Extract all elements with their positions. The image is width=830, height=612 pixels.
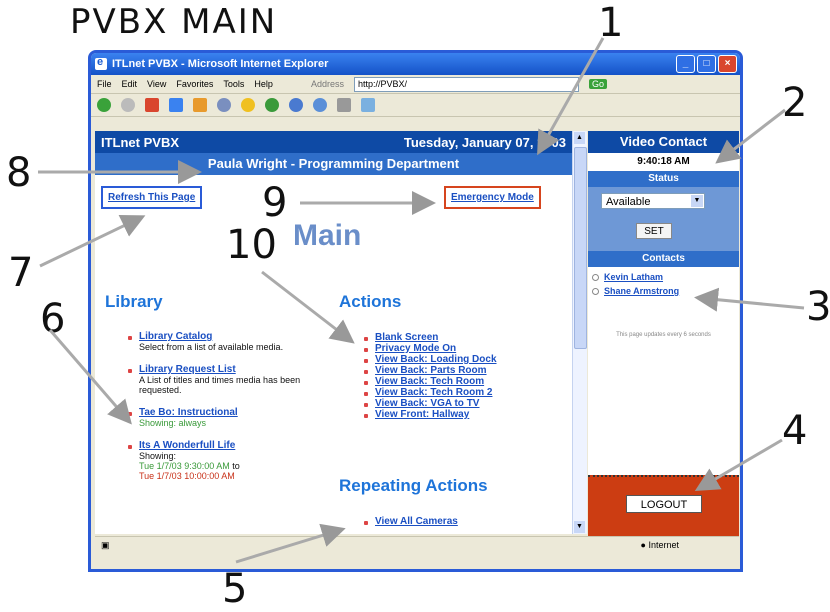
arrow-6	[48, 329, 132, 425]
arrow-1	[537, 37, 605, 156]
arrow-4	[694, 438, 783, 492]
arrow-5	[235, 523, 346, 564]
arrow-3	[694, 287, 805, 312]
callout-arrows	[38, 37, 805, 564]
arrow-2	[715, 108, 786, 164]
arrow-7	[39, 214, 146, 268]
arrow-10	[261, 270, 355, 344]
